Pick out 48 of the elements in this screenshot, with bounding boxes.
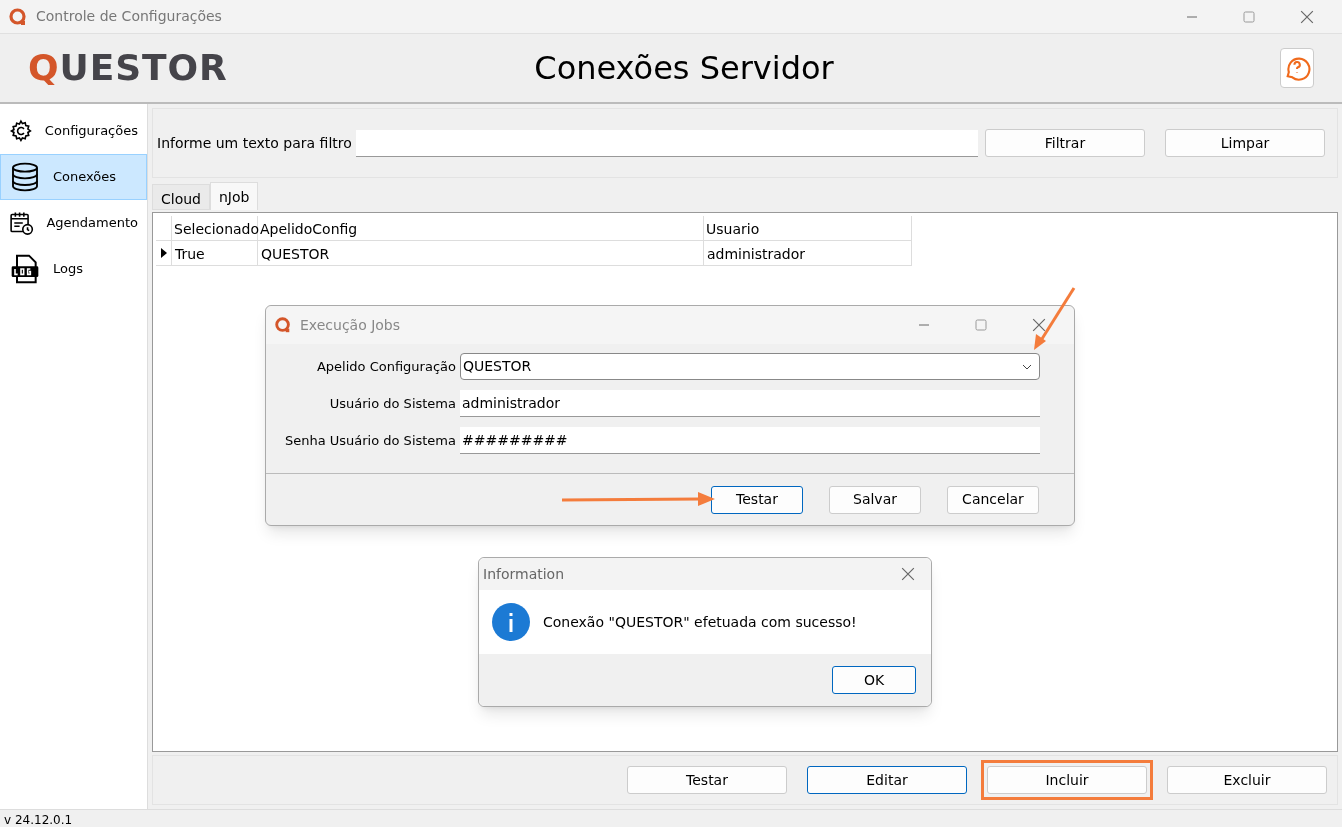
- dropdown-field[interactable]: QUESTOR: [460, 353, 1040, 380]
- app-logo-icon: [274, 316, 292, 334]
- table-cell: administrador: [704, 241, 912, 266]
- field-label: Usuário do Sistema: [328, 394, 456, 413]
- sidebar-item[interactable]: Agendamento: [0, 200, 147, 246]
- window-title: Controle de Configurações: [36, 7, 222, 26]
- sidebar-item[interactable]: Logs: [0, 246, 147, 292]
- column-header: Selecionado: [172, 216, 258, 241]
- table-cell: QUESTOR: [258, 241, 704, 266]
- maximize-icon[interactable]: [975, 319, 987, 331]
- maximize-icon[interactable]: [1243, 10, 1255, 23]
- action-button[interactable]: Incluir: [987, 766, 1147, 794]
- text-field[interactable]: #########: [460, 427, 1040, 454]
- filter-button[interactable]: Limpar: [1165, 129, 1325, 157]
- text-field[interactable]: administrador: [460, 390, 1040, 417]
- sidebar-item[interactable]: Configurações: [0, 108, 147, 154]
- sidebar-item[interactable]: Conexões: [0, 154, 147, 200]
- log-file-icon: [9, 253, 41, 285]
- dialog-button[interactable]: Salvar: [829, 485, 921, 514]
- field-label: Apelido Configuração: [315, 357, 456, 376]
- page-title: Conexões Servidor: [533, 48, 835, 89]
- version-text: v 24.12.0.1: [4, 813, 73, 827]
- dialog-button[interactable]: Testar: [711, 485, 803, 514]
- brand-logo: QUESTOR: [28, 46, 229, 90]
- dialog-title: Information: [483, 564, 565, 584]
- ok-button[interactable]: OK: [832, 666, 916, 694]
- close-icon[interactable]: [1300, 9, 1314, 24]
- info-icon: [491, 602, 531, 642]
- help-button[interactable]: [1280, 48, 1314, 88]
- tab[interactable]: Cloud: [152, 184, 210, 210]
- field-label: Senha Usuário do Sistema: [283, 431, 456, 450]
- column-header: ApelidoConfig: [258, 216, 704, 241]
- dialog-button[interactable]: Cancelar: [947, 485, 1039, 514]
- database-icon: [9, 161, 41, 193]
- filter-button[interactable]: Filtrar: [985, 129, 1145, 157]
- close-icon[interactable]: [1032, 318, 1046, 332]
- column-header: Usuario: [704, 216, 912, 241]
- close-icon[interactable]: [901, 567, 915, 581]
- filter-label: Informe um texto para filtro: [157, 133, 352, 153]
- app-logo-icon: [8, 6, 28, 27]
- info-message: Conexão "QUESTOR" efetuada com sucesso!: [543, 612, 857, 632]
- action-button[interactable]: Editar: [807, 766, 967, 794]
- table-cell: True: [172, 241, 258, 266]
- filter-input[interactable]: [355, 129, 978, 157]
- action-button[interactable]: Testar: [627, 766, 787, 794]
- dialog-title: Execução Jobs: [300, 315, 401, 335]
- action-button[interactable]: Excluir: [1167, 766, 1327, 794]
- tab[interactable]: nJob: [210, 182, 259, 210]
